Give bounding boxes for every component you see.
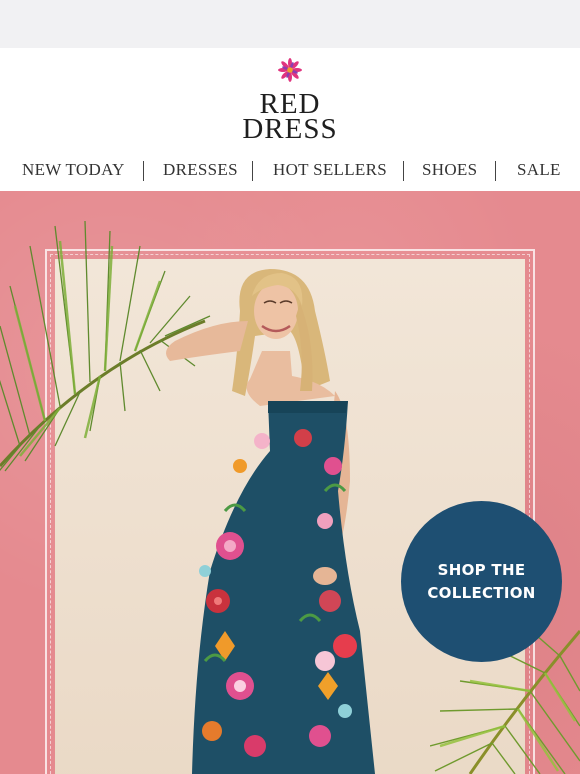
top-bar <box>0 0 580 48</box>
nav-divider <box>252 161 253 181</box>
flower-logo-icon[interactable] <box>278 58 302 82</box>
model-photo <box>166 269 375 774</box>
nav-divider <box>403 161 404 181</box>
brand-line-2: DRESS <box>242 113 338 145</box>
nav-item-hot-sellers[interactable]: HOT SELLERS <box>273 160 387 180</box>
hero-banner[interactable]: SHOP THE COLLECTION <box>0 191 580 774</box>
nav-item-new-today[interactable]: NEW TODAY <box>22 160 125 180</box>
nav-item-sale[interactable]: SALE <box>517 160 561 180</box>
nav-divider <box>143 161 144 181</box>
cta-line-2: COLLECTION <box>427 583 536 602</box>
cta-line-1: SHOP THE <box>437 560 526 579</box>
nav-item-shoes[interactable]: SHOES <box>422 160 477 180</box>
main-nav: NEW TODAY DRESSES HOT SELLERS SHOES SALE <box>0 160 580 184</box>
brand-logo[interactable]: RED DRESS <box>0 90 580 145</box>
nav-item-dresses[interactable]: DRESSES <box>163 160 238 180</box>
nav-divider <box>495 161 496 181</box>
shop-collection-button[interactable]: SHOP THE COLLECTION <box>401 501 562 662</box>
